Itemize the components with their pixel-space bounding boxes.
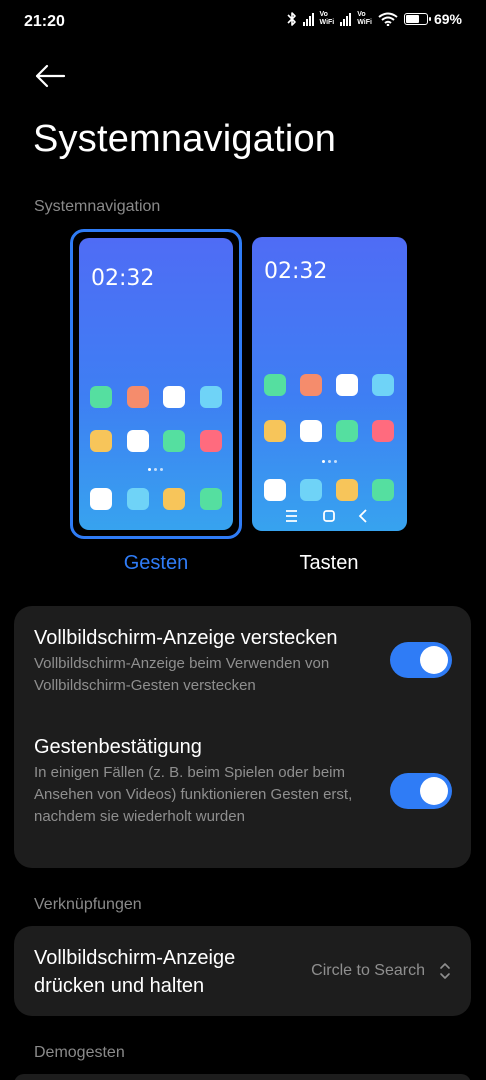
nav-option-label-buttons: Tasten [299,552,359,574]
app-icon [372,420,394,442]
app-icon [336,479,358,501]
app-icon [163,430,185,452]
toggle-switch[interactable] [390,773,452,809]
app-icon [200,488,222,510]
nav-keys-bar [286,509,367,523]
app-icon [336,374,358,396]
signal-icon-2 [340,12,352,26]
setting-subtitle: In einigen Fällen (z. B. beim Spielen od… [34,764,353,825]
setting-title: Vollbildschirm-Anzeige verstecken [34,627,338,649]
nav-option-label-gestures: Gesten [123,552,189,574]
battery-percent: 69% [433,11,462,27]
app-icon [90,430,112,452]
menu-key-icon [286,510,297,522]
setting-subtitle: Vollbildschirm-Anzeige beim Verwenden vo… [34,655,330,694]
shortcut-title-line1: Vollbildschirm-Anzeige [34,947,236,969]
app-icon [200,430,222,452]
app-icon [264,374,286,396]
section-label-demo: Demogesten [34,1044,125,1061]
app-icon [264,479,286,501]
app-icon [264,420,286,442]
gesture-preview: 02:32 [79,238,233,530]
signal-icon [302,12,314,26]
app-icon [372,374,394,396]
preview-clock: 02:32 [91,266,155,291]
status-icons: Vo WiFi Vo WiFi 69% [286,11,462,27]
shortcut-row-press-hold[interactable]: Vollbildschirm-Anzeige drücken und halte… [14,926,471,1016]
back-arrow-icon[interactable] [34,62,66,90]
app-icon [163,488,185,510]
section-label-shortcuts: Verknüpfungen [34,896,142,913]
shortcut-value: Circle to Search [311,962,425,979]
setting-title: Gestenbestätigung [34,736,202,758]
app-icon [127,488,149,510]
toggle-knob [420,646,448,674]
app-icon [127,386,149,408]
demo-card[interactable] [14,1074,471,1080]
page-dots [322,460,337,463]
vowifi-icon: Vo WiFi [319,11,335,26]
battery-icon [403,13,431,25]
preview-clock: 02:32 [264,259,328,284]
toggle-switch[interactable] [390,642,452,678]
app-icon [336,420,358,442]
status-bar: 21:20 Vo WiFi Vo WiFi 69% [0,0,486,44]
back-key-icon [358,509,367,523]
status-time: 21:20 [24,13,65,30]
app-icon [163,386,185,408]
app-icon [372,479,394,501]
bluetooth-icon [286,12,296,26]
vowifi-icon-2: Vo WiFi [357,11,372,26]
toggle-knob [420,777,448,805]
gesture-settings-card: Vollbildschirm-Anzeige verstecken Vollbi… [14,606,471,868]
buttons-preview: 02:32 [252,237,407,531]
page-title: Systemnavigation [33,118,337,160]
app-icon [127,430,149,452]
app-icon [300,479,322,501]
app-icon [300,374,322,396]
page-dots [148,468,163,471]
app-icon [200,386,222,408]
app-icon [90,386,112,408]
app-icon [90,488,112,510]
section-label-navigation: Systemnavigation [34,198,161,215]
shortcut-title-line2: drücken und halten [34,975,205,997]
chevron-up-down-icon [440,963,450,979]
app-icon [300,420,322,442]
wifi-icon [378,12,398,26]
home-key-icon [323,510,335,522]
